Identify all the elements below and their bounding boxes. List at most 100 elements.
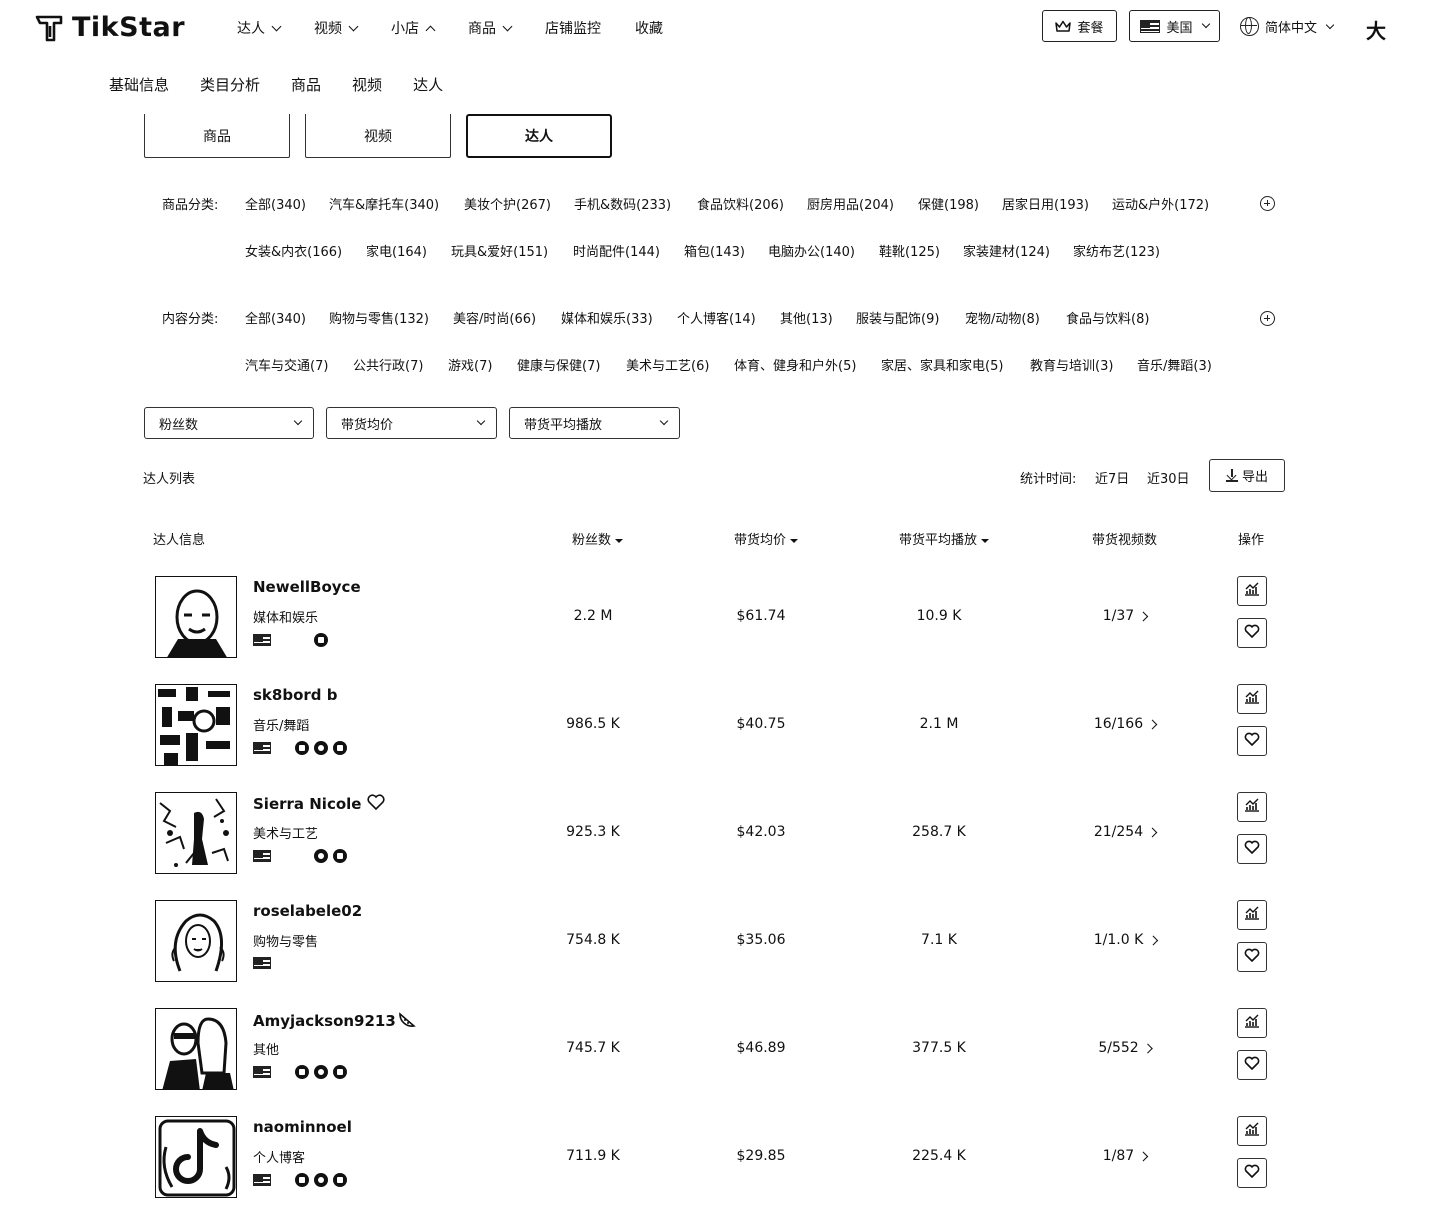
email-icon[interactable] [295,741,309,755]
analytics-button[interactable] [1237,1008,1267,1038]
email-icon[interactable] [295,1173,309,1187]
product-category-row2-1[interactable]: 家电(164) [366,241,427,260]
subnav-item-4[interactable]: 达人 [413,74,443,95]
analytics-button[interactable] [1237,792,1267,822]
content-category-row2-8[interactable]: 音乐/舞蹈(3) [1137,355,1212,374]
range-30-days[interactable]: 近30日 [1147,468,1190,487]
product-category-row2-7[interactable]: 家装建材(124) [963,241,1050,260]
content-category-row2-0[interactable]: 汽车与交通(7) [245,355,328,374]
product-category-row1-8[interactable]: 运动&户外(172) [1112,194,1209,213]
content-category-row2-6[interactable]: 家居、家具和家电(5) [881,355,1003,374]
topnav-item-0[interactable]: 达人 [237,17,282,39]
content-category-row2-2[interactable]: 游戏(7) [448,355,492,374]
video-count[interactable]: 21/254 [1094,824,1158,840]
instagram-icon[interactable] [314,849,328,863]
avatar[interactable] [155,792,237,874]
content-category-row2-3[interactable]: 健康与保健(7) [517,355,600,374]
topnav-item-3[interactable]: 商品 [468,17,513,39]
expand-content-category-icon[interactable] [1260,311,1275,326]
product-category-row1-4[interactable]: 食品饮料(206) [697,194,784,213]
topnav-item-2[interactable]: 小店 [391,17,436,39]
favorite-button[interactable] [1237,834,1267,864]
product-category-row1-0[interactable]: 全部(340) [245,194,306,213]
analytics-button[interactable] [1237,576,1267,606]
content-category-row1-2[interactable]: 美容/时尚(66) [453,308,536,327]
font-size-toggle[interactable]: 大 [1366,15,1386,44]
col-header-avg-views[interactable]: 带货平均播放 [899,529,990,548]
product-category-row1-1[interactable]: 汽车&摩托车(340) [329,194,439,213]
content-category-row2-5[interactable]: 体育、健身和户外(5) [734,355,856,374]
favorite-button[interactable] [1237,618,1267,648]
subnav-item-0[interactable]: 基础信息 [109,74,169,95]
product-category-row1-2[interactable]: 美妆个护(267) [464,194,551,213]
col-header-avg-price[interactable]: 带货均价 [734,529,799,548]
product-category-row2-6[interactable]: 鞋靴(125) [879,241,940,260]
content-category-row1-7[interactable]: 宠物/动物(8) [965,308,1040,327]
instagram-icon[interactable] [314,1173,328,1187]
product-category-row2-3[interactable]: 时尚配件(144) [573,241,660,260]
subnav-item-2[interactable]: 商品 [291,74,321,95]
creator-name[interactable]: Amyjackson9213 [253,1010,416,1032]
analytics-button[interactable] [1237,900,1267,930]
creator-name[interactable]: sk8bord b [253,686,337,704]
content-category-row2-4[interactable]: 美术与工艺(6) [626,355,709,374]
favorite-button[interactable] [1237,1158,1267,1188]
youtube-icon[interactable] [333,1065,347,1079]
avatar[interactable] [155,900,237,982]
instagram-icon[interactable] [314,741,328,755]
creator-name[interactable]: NewellBoyce [253,578,361,596]
filter-followers[interactable]: 粉丝数 [144,407,314,439]
product-category-row2-8[interactable]: 家纺布艺(123) [1073,241,1160,260]
video-count[interactable]: 5/552 [1098,1040,1154,1056]
segment-tab-products[interactable]: 商品 [144,114,290,158]
filter-avg-price[interactable]: 带货均价 [326,407,497,439]
topnav-item-5[interactable]: 收藏 [635,17,663,39]
youtube-icon[interactable] [333,741,347,755]
topnav-item-4[interactable]: 店铺监控 [545,17,601,39]
avatar[interactable] [155,1008,237,1090]
avatar[interactable] [155,1116,237,1198]
video-count[interactable]: 1/37 [1103,608,1149,624]
content-category-row1-3[interactable]: 媒体和娱乐(33) [561,308,653,327]
instagram-icon[interactable] [314,1065,328,1079]
video-count[interactable]: 1/87 [1103,1148,1149,1164]
content-category-row1-5[interactable]: 其他(13) [780,308,833,327]
youtube-icon[interactable] [314,633,328,647]
content-category-row1-8[interactable]: 食品与饮料(8) [1066,308,1149,327]
product-category-row2-5[interactable]: 电脑办公(140) [768,241,855,260]
content-category-row2-1[interactable]: 公共行政(7) [353,355,423,374]
content-category-row1-0[interactable]: 全部(340) [245,308,306,327]
subnav-item-1[interactable]: 类目分析 [200,74,260,95]
creator-name[interactable]: Sierra Nicole [253,794,386,814]
region-selector[interactable]: 美国 [1129,10,1220,42]
email-icon[interactable] [295,1065,309,1079]
avatar[interactable] [155,684,237,766]
creator-name[interactable]: roselabele02 [253,902,362,920]
plan-button[interactable]: 套餐 [1042,10,1117,42]
segment-tab-creators[interactable]: 达人 [466,114,612,158]
col-header-followers[interactable]: 粉丝数 [572,529,624,548]
analytics-button[interactable] [1237,1116,1267,1146]
video-count[interactable]: 1/1.0 K [1094,932,1158,948]
youtube-icon[interactable] [333,1173,347,1187]
range-7-days[interactable]: 近7日 [1095,468,1129,487]
export-button[interactable]: 导出 [1209,459,1285,492]
content-category-row1-1[interactable]: 购物与零售(132) [329,308,429,327]
favorite-button[interactable] [1237,942,1267,972]
favorite-button[interactable] [1237,1050,1267,1080]
product-category-row1-5[interactable]: 厨房用品(204) [807,194,894,213]
subnav-item-3[interactable]: 视频 [352,74,382,95]
product-category-row1-6[interactable]: 保健(198) [918,194,979,213]
content-category-row2-7[interactable]: 教育与培训(3) [1030,355,1113,374]
product-category-row1-7[interactable]: 居家日用(193) [1002,194,1089,213]
creator-name[interactable]: naominnoel [253,1118,352,1136]
segment-tab-videos[interactable]: 视频 [305,114,451,158]
product-category-row1-3[interactable]: 手机&数码(233) [574,194,671,213]
content-category-row1-6[interactable]: 服装与配饰(9) [856,308,939,327]
topnav-item-1[interactable]: 视频 [314,17,359,39]
language-selector[interactable]: 简体中文 [1240,17,1335,36]
youtube-icon[interactable] [333,849,347,863]
favorite-button[interactable] [1237,726,1267,756]
video-count[interactable]: 16/166 [1094,716,1158,732]
product-category-row2-2[interactable]: 玩具&爱好(151) [451,241,548,260]
